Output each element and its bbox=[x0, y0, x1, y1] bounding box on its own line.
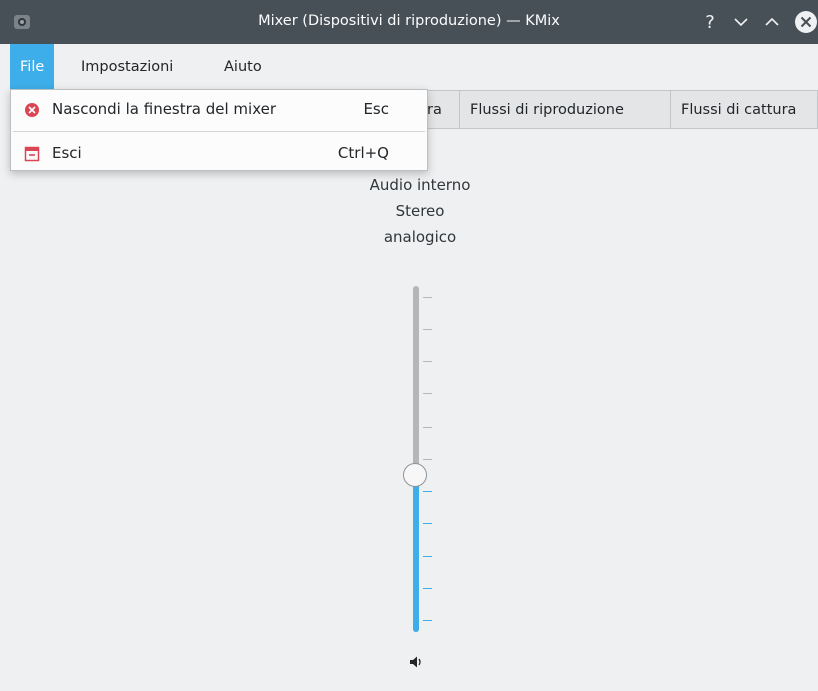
menu-item-shortcut: Esc bbox=[363, 100, 389, 118]
menu-item-label: Esci bbox=[52, 144, 82, 162]
channel-name-line2: Stereo bbox=[395, 202, 445, 220]
slider-tick bbox=[423, 491, 432, 492]
close-icon[interactable] bbox=[792, 8, 818, 36]
tab-flussi-cattura[interactable]: Flussi di cattura bbox=[670, 90, 818, 128]
menu-bar: File Impostazioni Aiuto bbox=[0, 44, 818, 90]
maximize-icon[interactable] bbox=[758, 8, 786, 36]
slider-tick bbox=[423, 459, 432, 460]
menu-aiuto[interactable]: Aiuto bbox=[214, 44, 272, 90]
menu-impostazioni[interactable]: Impostazioni bbox=[71, 44, 183, 90]
speaker-icon[interactable] bbox=[408, 654, 424, 670]
slider-tick bbox=[423, 427, 432, 428]
menu-item-nascondi[interactable]: Nascondi la finestra del mixer Esc bbox=[11, 92, 427, 128]
slider-tick bbox=[423, 329, 432, 330]
slider-tick bbox=[423, 620, 432, 621]
file-menu-dropdown: Nascondi la finestra del mixer Esc Esci … bbox=[10, 89, 428, 171]
volume-slider-handle[interactable] bbox=[403, 463, 427, 487]
tab-flussi-riproduzione[interactable]: Flussi di riproduzione bbox=[459, 90, 671, 128]
slider-tick bbox=[423, 393, 432, 394]
menu-item-shortcut: Ctrl+Q bbox=[337, 144, 389, 162]
slider-tick bbox=[423, 297, 432, 298]
close-circle-icon bbox=[24, 102, 40, 118]
slider-tick bbox=[423, 588, 432, 589]
channel-name-line3: analogico bbox=[383, 228, 457, 246]
help-icon[interactable]: ? bbox=[696, 8, 724, 36]
menu-file[interactable]: File bbox=[10, 44, 55, 90]
menu-item-esci[interactable]: Esci Ctrl+Q bbox=[11, 136, 427, 172]
channel-name-line1: Audio interno bbox=[369, 176, 471, 194]
title-bar: Mixer (Dispositivi di riproduzione) — KM… bbox=[0, 0, 818, 44]
menu-item-label: Nascondi la finestra del mixer bbox=[52, 100, 277, 118]
svg-text:?: ? bbox=[705, 12, 715, 33]
slider-tick bbox=[423, 361, 432, 362]
volume-slider-fill bbox=[413, 476, 419, 632]
minimize-icon[interactable] bbox=[727, 8, 755, 36]
quit-icon bbox=[24, 146, 40, 162]
slider-tick bbox=[423, 523, 432, 524]
slider-tick bbox=[423, 556, 432, 557]
menu-separator bbox=[13, 131, 425, 132]
